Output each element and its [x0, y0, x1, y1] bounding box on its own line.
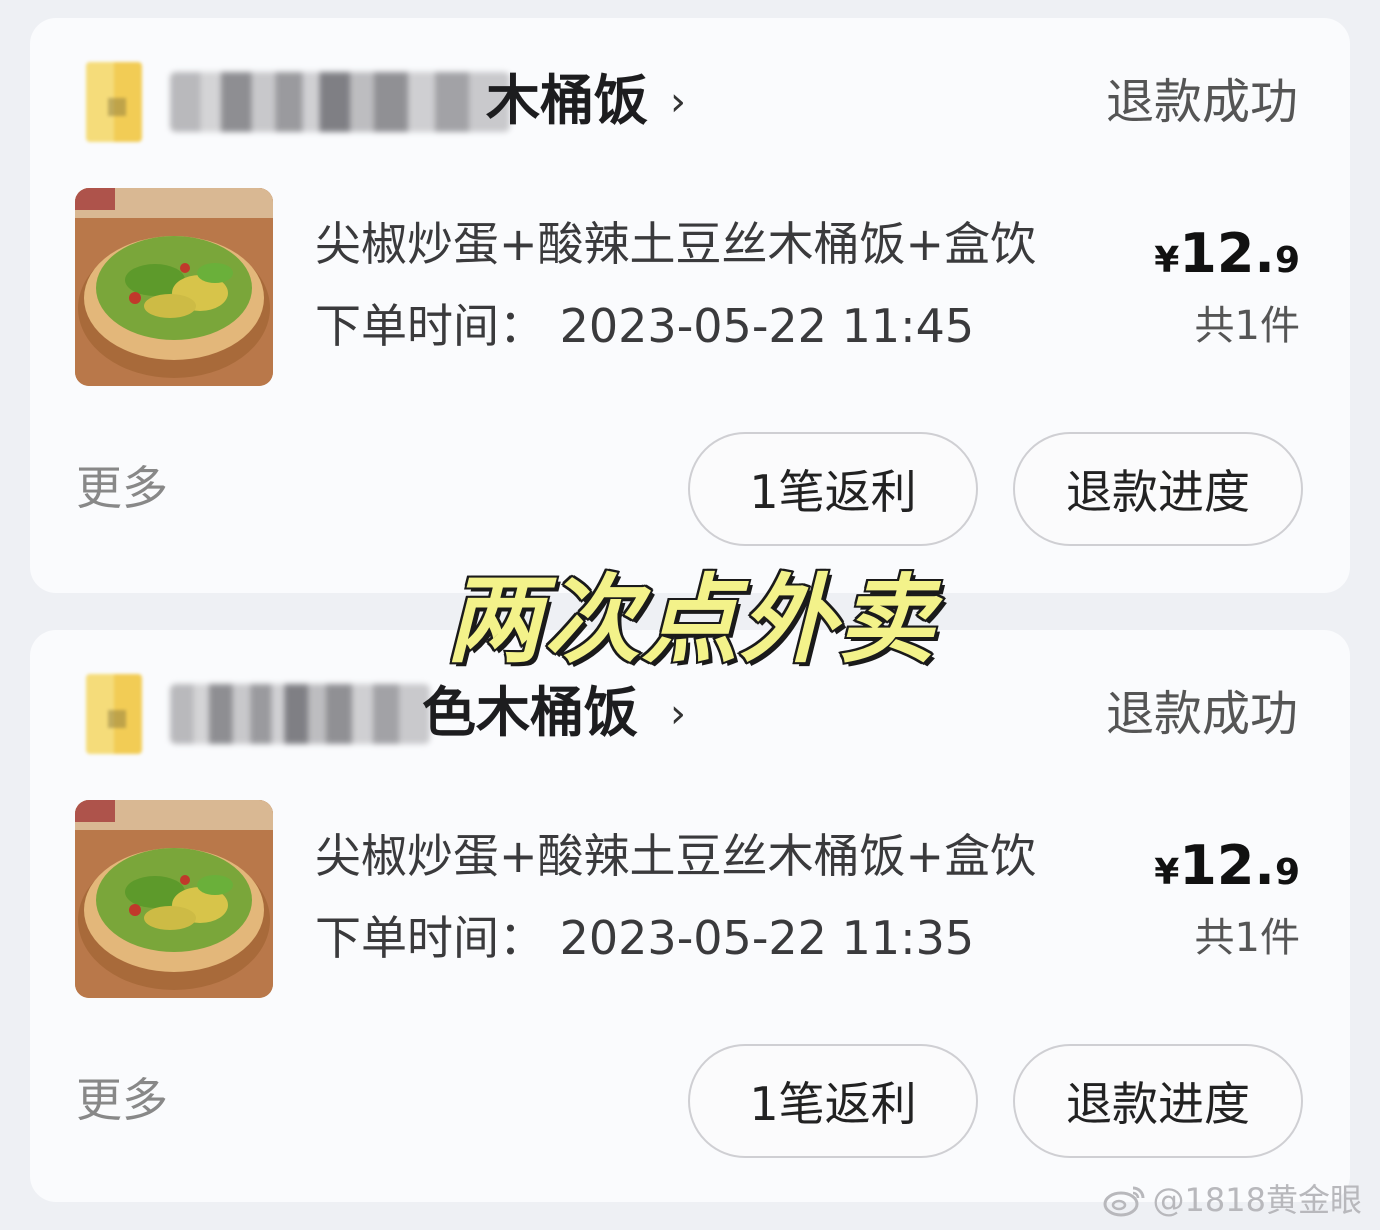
order-time: 下单时间： 2023-05-22 11:35	[315, 911, 975, 965]
shop-name[interactable]: 木桶饭	[486, 66, 648, 136]
order-card: 木桶饭 › 退款成功 尖椒炒蛋+酸辣土豆丝木桶饭+盒饮 ¥12.9 下单时间： …	[30, 18, 1350, 593]
shop-logo-icon[interactable]	[86, 62, 142, 142]
price-decimal: 9	[1274, 852, 1300, 893]
order-card: 色木桶饭 › 退款成功 尖椒炒蛋+酸辣土豆丝木桶饭+盒饮 ¥12.9 下单时间：…	[30, 630, 1350, 1202]
rebate-button[interactable]: 1笔返利	[688, 432, 978, 546]
price-currency: ¥	[1154, 852, 1180, 893]
chevron-right-icon[interactable]: ›	[670, 684, 686, 744]
watermark-text: @1818黄金眼	[1152, 1181, 1362, 1219]
refund-progress-button[interactable]: 退款进度	[1013, 1044, 1303, 1158]
item-count: 共1件	[1194, 915, 1300, 961]
food-thumbnail[interactable]	[75, 188, 273, 386]
price: ¥12.9	[1154, 836, 1300, 909]
rebate-button[interactable]: 1笔返利	[688, 1044, 978, 1158]
order-status: 退款成功	[1105, 686, 1298, 742]
order-time: 下单时间： 2023-05-22 11:45	[315, 299, 975, 353]
shop-name-redacted	[170, 684, 430, 744]
refund-progress-button[interactable]: 退款进度	[1013, 432, 1303, 546]
more-button[interactable]: 更多	[76, 1070, 168, 1130]
item-name: 尖椒炒蛋+酸辣土豆丝木桶饭+盒饮	[315, 217, 1037, 271]
weibo-icon	[1103, 1186, 1145, 1217]
price: ¥12.9	[1154, 224, 1300, 297]
shop-name-redacted	[170, 72, 510, 132]
watermark: @1818黄金眼	[1103, 1178, 1362, 1222]
item-name: 尖椒炒蛋+酸辣土豆丝木桶饭+盒饮	[315, 829, 1037, 883]
more-button[interactable]: 更多	[76, 458, 168, 518]
chevron-right-icon[interactable]: ›	[670, 72, 686, 132]
price-decimal: 9	[1274, 240, 1300, 281]
shop-logo-icon[interactable]	[86, 674, 142, 754]
order-status: 退款成功	[1105, 74, 1298, 130]
price-currency: ¥	[1154, 240, 1180, 281]
item-count: 共1件	[1194, 303, 1300, 349]
shop-name[interactable]: 色木桶饭	[422, 678, 638, 748]
food-thumbnail[interactable]	[75, 800, 273, 998]
overlay-caption: 两次点外卖	[444, 562, 936, 678]
price-integer: 12.	[1179, 222, 1275, 285]
price-integer: 12.	[1179, 834, 1275, 897]
